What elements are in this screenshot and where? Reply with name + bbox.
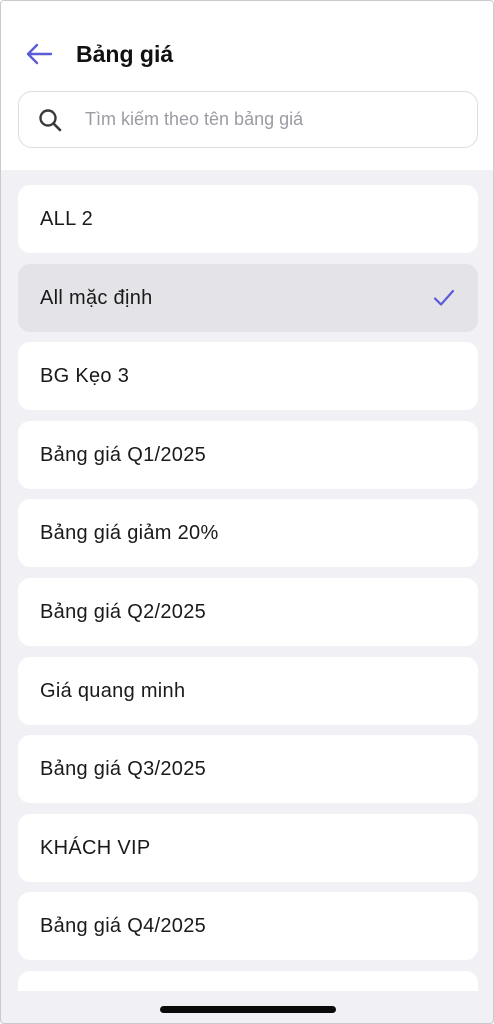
price-list-item[interactable]: BG Kẹo 3 [18,342,478,411]
header: Bảng giá [1,1,493,170]
price-list-item-label: Bảng giá Q1/2025 [40,443,207,466]
search-box[interactable] [18,91,478,148]
price-list-item-label: Bảng giá Q3/2025 [40,758,207,781]
search-input[interactable] [85,92,465,147]
price-list-item[interactable]: Bảng giá Q1/2025 [18,420,478,489]
search-icon [39,109,62,132]
price-list-screen: Bảng giá ALL 2 All mặc định BG Kẹo 3 Bảng g… [0,0,494,1024]
arrow-left-icon [26,43,53,65]
price-list-item[interactable]: All mặc định [18,263,478,332]
price-list-item-label: Bảng giá giảm 20% [40,522,219,545]
price-list-item[interactable]: Bảng giá Q4/2025 [18,892,478,961]
list-item-partial[interactable] [18,971,478,991]
checkmark-icon [433,289,455,306]
price-list-item-label: All mặc định [40,286,153,309]
price-list-item[interactable]: Bảng giá Q2/2025 [18,577,478,646]
price-list-item-label: KHÁCH VIP [40,836,151,859]
page-title: Bảng giá [76,41,174,67]
price-list-item-label: Bảng giá Q2/2025 [40,600,207,623]
price-list-item-label: ALL 2 [40,208,94,230]
price-list-item-label: BG Kẹo 3 [40,365,130,388]
back-button[interactable] [21,39,57,69]
price-list: ALL 2 All mặc định BG Kẹo 3 Bảng giá Q1/202… [18,185,478,971]
price-list-item-label: Giá quang minh [40,679,186,702]
price-list-item-label: Bảng giá Q4/2025 [40,915,207,938]
price-list-item[interactable]: Bảng giá giảm 20% [18,499,478,568]
price-list-item[interactable]: Giá quang minh [18,656,478,725]
home-indicator [160,1006,336,1013]
price-list-item[interactable]: ALL 2 [18,185,478,253]
price-list-item[interactable]: Bảng giá Q3/2025 [18,735,478,804]
price-list-item[interactable]: KHÁCH VIP [18,813,478,882]
